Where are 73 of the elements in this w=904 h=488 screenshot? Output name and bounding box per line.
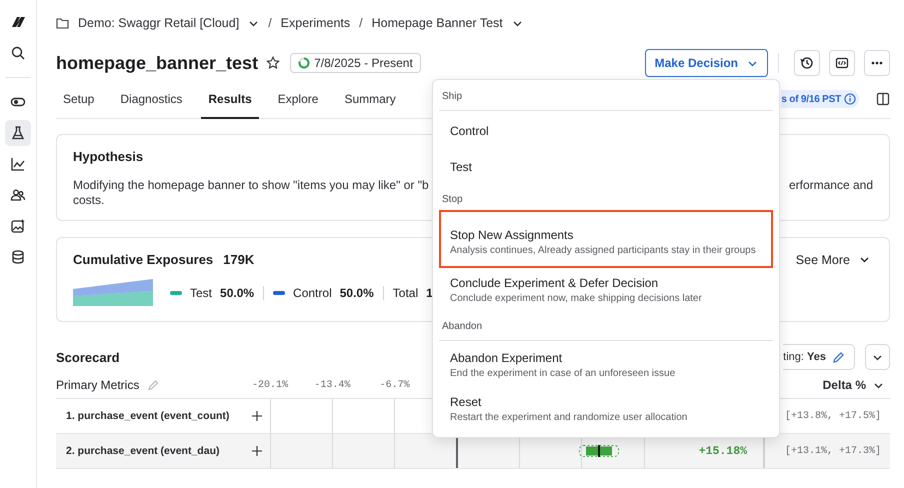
metric-name: 1. purchase_event (event_count) [66,410,230,422]
add-button[interactable] [251,410,263,422]
results-date-badge: s of 9/16 PST [781,90,859,108]
card-title: Hypothesis [73,149,144,164]
tab[interactable]: Setup [56,80,102,119]
database-icon [10,249,26,265]
search-icon [10,45,26,61]
legend-value: 50.0% [340,286,374,300]
breadcrumb-link[interactable]: Experiments [280,16,350,30]
legend-value: 50.0% [220,286,254,300]
star-icon[interactable] [266,56,280,70]
chart-icon [10,156,26,172]
tab[interactable]: Diagnostics [113,80,190,119]
delta-value: +15.18% [698,444,747,458]
confidence-interval: [+13.1%, +17.3%] [784,446,881,456]
tab[interactable]: Summary [337,80,403,119]
menu-item[interactable]: Conclude Experiment & Defer Decision Conclude experiment now, make shipping decisions later [439,268,773,312]
tab[interactable]: Results [201,80,259,119]
history-icon [800,56,814,70]
code-button[interactable] [829,50,855,76]
menu-item[interactable]: Test [439,149,773,185]
axis-tick-label: -20.1% [252,380,288,390]
metric-name: 2. purchase_event (event_dau) [66,445,220,457]
setting-button[interactable]: ting: Yes [783,344,855,370]
see-more-button[interactable]: See More [796,252,873,266]
folder-icon [56,17,69,29]
tab[interactable]: Explore [270,80,326,119]
plus-icon [251,410,263,422]
history-button[interactable] [794,50,820,76]
progress-ring-icon [298,57,310,69]
breadcrumb-separator: / [268,16,272,30]
hypothesis-text: Modifying the homepage banner to show "items you may like" or "b [73,178,429,192]
confidence-interval: [+13.8%, +17.5%] [784,410,881,422]
logo-icon [10,14,26,30]
section-title: Scorecard [56,350,120,364]
card-title: Cumulative Exposures [73,252,214,267]
breadcrumb-link[interactable]: Homepage Banner Test [372,16,503,30]
plus-icon [251,445,263,457]
image-sparkle-icon [10,218,26,234]
menu-item[interactable]: Control [439,113,773,149]
menu-section-title: Abandon [441,320,484,334]
pencil-icon [147,379,160,391]
more-button[interactable] [864,50,890,76]
hypothesis-text: costs. [73,193,104,207]
legend-label: Total [392,286,418,300]
flask-icon [10,125,26,141]
legend-value: 1 [426,286,433,300]
code-icon [835,56,849,70]
column-header[interactable]: Delta % [822,378,866,392]
confidence-interval-drawing [579,445,619,457]
legend-label: Control [293,286,332,300]
info-icon [844,93,856,105]
users-icon [10,187,26,203]
breadcrumb-separator: / [359,16,363,30]
hypothesis-text: erformance and [788,178,873,192]
legend-label: Test [190,286,212,300]
pencil-icon [832,350,845,364]
axis-tick-label: -13.4% [314,380,350,390]
exposure-count: 179K [223,252,254,267]
menu-section-title: Stop [441,193,464,207]
section-label: Primary Metrics [56,378,140,392]
menu-item[interactable]: Reset Restart the experiment and randomize user allocation [439,387,773,431]
axis-tick-label: -6.7% [380,380,410,390]
add-button[interactable] [251,445,263,457]
menu-section-title: Ship [441,90,464,104]
experiment-title: homepage_banner_test [56,52,258,74]
sidebar-item[interactable] [5,120,31,146]
date-range-badge: 7/8/2025 - Present [290,53,421,73]
breadcrumb-link[interactable]: Demo: Swaggr Retail [Cloud] [78,16,240,30]
menu-item[interactable]: Abandon Experiment End the experiment in case of an unforeseen issue [439,343,773,387]
make-decision-button[interactable]: Make Decision [644,49,768,77]
menu-item[interactable]: Stop New Assignments Analysis continues, Already assigned participants stay in their groups [439,210,773,268]
side-panel-icon[interactable] [876,92,890,106]
